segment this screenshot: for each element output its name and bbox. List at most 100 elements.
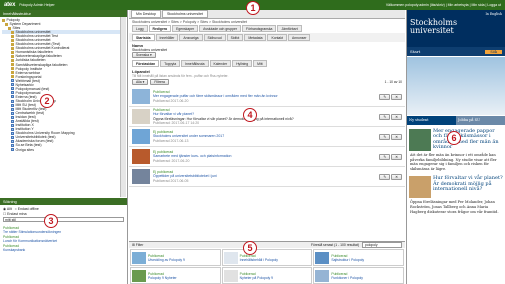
- filter-select[interactable]: Alla ▾: [132, 79, 149, 85]
- atex-logo: atex: [4, 2, 16, 8]
- clipboard-tile[interactable]: Publicerad Nyheter på Polopoly 9: [221, 267, 313, 284]
- editor-panel: Min Desktop Stockholms universitet Stock…: [129, 10, 405, 240]
- editor-tab-5[interactable]: Jämförbart: [277, 25, 302, 32]
- content-item[interactable]: Publicerad Mer engagerade puffar och färr…: [129, 87, 405, 107]
- tile-thumbnail: [223, 251, 238, 264]
- tree-scrollbar[interactable]: [120, 17, 126, 197]
- remove-icon[interactable]: ✕: [391, 133, 402, 140]
- edit-icon[interactable]: ✎: [379, 133, 391, 140]
- remove-icon[interactable]: ✕: [391, 93, 402, 100]
- site-preview: In English Stockholms universitet Start …: [406, 10, 505, 284]
- marker-6: 6: [447, 131, 461, 145]
- tile-thumbnail: [315, 269, 330, 282]
- search-result[interactable]: Publicerad Lunch för Kommunikationsnätver…: [3, 235, 124, 243]
- item-title[interactable]: Samarbete med tjänster kurs- och platsin…: [153, 154, 231, 158]
- item-title[interactable]: Stockholms universitet under sommaren 20…: [153, 134, 224, 138]
- tile-thumbnail: [315, 251, 330, 264]
- editor-tab-1[interactable]: Redigera: [148, 25, 172, 32]
- site-brand: Stockholms universitet: [410, 18, 458, 35]
- tile-thumbnail: [223, 269, 238, 282]
- page-icon: [11, 79, 14, 83]
- page-icon: [11, 144, 14, 148]
- clipboard-tile[interactable]: Publicerad Innehållsbehåll i Polopoly: [221, 249, 313, 266]
- site-nav: Start Sök: [407, 47, 505, 56]
- clipboard-grid: Publicerad Utveckling av Polopoly 9 Public…: [129, 248, 405, 284]
- editor-tab-4[interactable]: Förhandsgranska: [242, 25, 277, 32]
- item-date: Publicerad: 2017-06-20: [153, 158, 190, 163]
- clipboard-tile[interactable]: Publicerad Polopoly 9 Nyheter: [130, 267, 221, 284]
- item-date: Publicerad 2017-06-05: [153, 178, 189, 183]
- content-item[interactable]: Publicerad Hur förvaltar vi vår planet? Öp…: [129, 107, 405, 127]
- edit-icon[interactable]: ✎: [379, 93, 391, 100]
- clipboard-tile[interactable]: Publicerad Funktioner i Polopoly: [313, 267, 404, 284]
- edit-icon[interactable]: ✎: [379, 153, 391, 160]
- sub-tab-5[interactable]: Metadata: [244, 34, 267, 41]
- edit-icon[interactable]: ✎: [379, 173, 391, 180]
- sub-tab-7[interactable]: Annonser: [287, 34, 311, 41]
- article-image: [409, 129, 431, 151]
- remove-icon[interactable]: ✕: [391, 113, 402, 120]
- user-info[interactable]: Välkommen polopoly:admin (läs/skriv) | M…: [386, 3, 501, 7]
- section-tab-0[interactable]: Förstasidan: [132, 60, 160, 67]
- item-title[interactable]: Mer engagerade puffar och färre skilsmäs…: [153, 94, 278, 98]
- editor-tabs: Logg Redigera Egenskaper Avslutade och grup…: [129, 25, 405, 32]
- section-tab-3[interactable]: Kalender: [209, 60, 232, 67]
- remove-icon[interactable]: ✕: [391, 173, 402, 180]
- tile-title: Polopoly 9 Nyheter: [148, 275, 177, 280]
- page-icon: [11, 87, 14, 91]
- sub-tabs: Startsida Innehåller Ansvariga Sidhuvud Sidf…: [129, 33, 405, 42]
- site-lang-link[interactable]: In English: [410, 12, 502, 16]
- site-search-button[interactable]: Sök: [485, 49, 502, 54]
- sub-tab-1[interactable]: Innehåller: [155, 34, 179, 41]
- edit-icon[interactable]: ✎: [379, 113, 391, 120]
- remove-icon[interactable]: ✕: [391, 153, 402, 160]
- page-icon: [11, 148, 14, 152]
- editor-tab-2[interactable]: Egenskaper: [172, 25, 199, 32]
- site-jobba[interactable]: Jobba på SU: [456, 116, 505, 125]
- clipboard-tile[interactable]: Publicerad Utveckling av Polopoly 9: [130, 249, 221, 266]
- search-panel: Sökning ◉ Allt ○ Endast offline ☐ Endast…: [0, 198, 128, 284]
- search-header: Sökning: [0, 198, 127, 205]
- search-field[interactable]: mitt stil: [3, 217, 124, 222]
- tile-title: Utveckling av Polopoly 9: [148, 257, 185, 262]
- article-headline-2[interactable]: Hur förvaltar vi vår planet? Är demokrat…: [433, 176, 503, 198]
- tab-site[interactable]: Stockholms universitet: [161, 10, 208, 18]
- editor-tab-3[interactable]: Avslutade och grupper: [199, 25, 242, 32]
- search-result[interactable]: Publicerad Tre nätter Stimulationsundersö…: [3, 226, 124, 234]
- language-select[interactable]: Svenska ▾: [132, 52, 156, 58]
- section-nav: Förstasidan Toppyta Innehållsruta Kalender H…: [129, 59, 405, 68]
- site-nav-start[interactable]: Start: [410, 49, 420, 54]
- section-tab-5[interactable]: Mitt: [253, 60, 267, 67]
- section-tab-1[interactable]: Toppyta: [160, 60, 181, 67]
- section-tab-4[interactable]: Hyllning: [232, 60, 253, 67]
- tree-node[interactable]: Övriga sites: [2, 148, 125, 152]
- sub-tab-4[interactable]: Sidfot: [226, 34, 244, 41]
- folder-icon: [11, 59, 14, 63]
- content-thumbnail: [132, 149, 150, 164]
- content-item[interactable]: Ej publicerad Öppettider på universitetsb…: [129, 167, 405, 187]
- content-thumbnail: [132, 129, 150, 144]
- tile-title: Nyheter på Polopoly 9: [239, 275, 274, 280]
- editor-tab-0[interactable]: Logg: [132, 25, 148, 32]
- item-title[interactable]: Öppettider på universitetsbiblioteket i …: [153, 174, 217, 178]
- search-result[interactable]: Publicerad Kunskapsbank: [3, 244, 124, 252]
- site-ny-student[interactable]: Ny student: [407, 116, 456, 125]
- search-results: Publicerad Tre nätter Stimulationsundersö…: [0, 226, 127, 252]
- content-item[interactable]: Ej publicerad Samarbete med tjänster kurs…: [129, 147, 405, 167]
- clipboard-search[interactable]: polopoly: [362, 242, 402, 248]
- content-item[interactable]: Ej publicerad Stockholms universitet unde…: [129, 127, 405, 147]
- tab-desktop[interactable]: Min Desktop: [131, 10, 161, 18]
- section-tab-2[interactable]: Innehållsruta: [181, 60, 209, 67]
- article-body-2: Öppna föreläsningar med Per Molander, Jo…: [410, 200, 499, 214]
- sub-tab-6[interactable]: Kontakt: [267, 34, 287, 41]
- page-icon: [11, 91, 14, 95]
- clipboard-tile[interactable]: Publicerad Sajtstruktur i Polopoly: [313, 249, 404, 266]
- name-value: Stockholms universitet: [132, 48, 168, 52]
- filter-icon[interactable]: ⊞ Filter: [132, 243, 143, 247]
- sub-tab-2[interactable]: Ansvariga: [179, 34, 203, 41]
- sub-tab-3[interactable]: Sidhuvud: [203, 34, 226, 41]
- filter-button[interactable]: Filtrera: [150, 79, 169, 85]
- article-image-2: [409, 176, 431, 199]
- sub-tab-0[interactable]: Startsida: [132, 34, 155, 41]
- article-headline-1[interactable]: Mer engagerade pappor och färre skilsmäs…: [433, 128, 503, 151]
